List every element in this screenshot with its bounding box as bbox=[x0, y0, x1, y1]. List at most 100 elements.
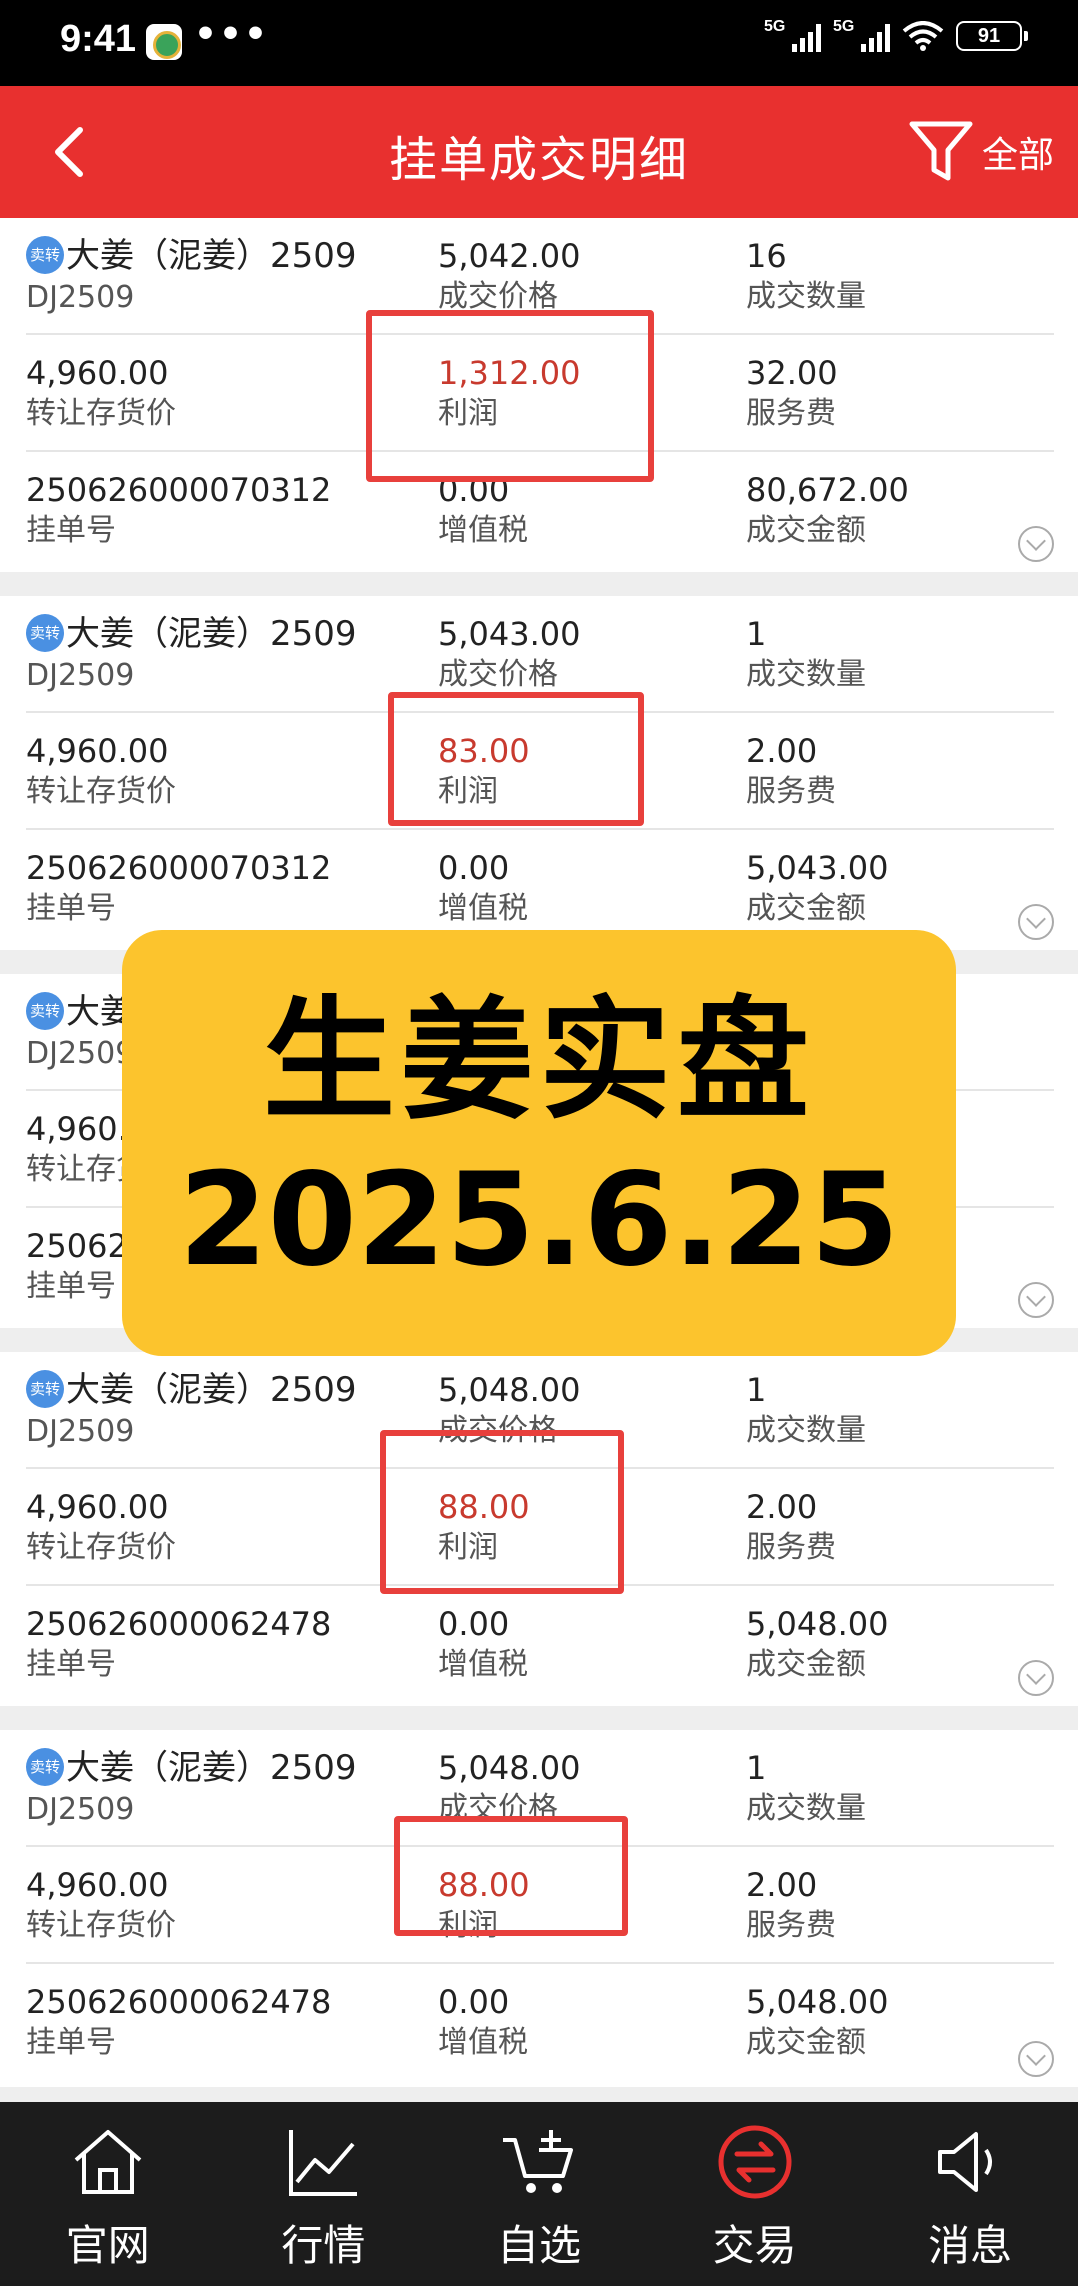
expand-chevron-icon[interactable] bbox=[1018, 1282, 1054, 1318]
contract-name: 大姜（泥姜）2509 bbox=[66, 1370, 357, 1410]
deal-qty-label: 成交数量 bbox=[746, 657, 866, 692]
fee-value: 2.00 bbox=[746, 732, 818, 770]
trade-card[interactable]: 卖转 大姜（泥姜）2509 DJ2509 5,048.00 成交价格 1 成交数量 4,… bbox=[0, 1730, 1078, 2087]
amount-value: 5,048.00 bbox=[746, 1983, 889, 2021]
deal-qty-label: 成交数量 bbox=[746, 1791, 866, 1826]
vat-value: 0.00 bbox=[438, 849, 510, 887]
amount-label: 成交金额 bbox=[746, 1647, 866, 1682]
deal-qty-value: 1 bbox=[746, 1749, 767, 1787]
amount-label: 成交金额 bbox=[746, 2025, 866, 2060]
deal-price-value: 5,048.00 bbox=[438, 1749, 581, 1787]
contract-code: DJ2509 bbox=[26, 1791, 135, 1827]
contract-name: 大姜（泥姜）2509 bbox=[66, 1748, 357, 1788]
battery-icon: 91 bbox=[956, 21, 1028, 51]
nav-item-website[interactable]: 官网 bbox=[0, 2102, 216, 2286]
vat-label: 增值税 bbox=[438, 513, 528, 548]
deal-price-label: 成交价格 bbox=[438, 657, 558, 692]
profit-highlight-box bbox=[380, 1430, 624, 1594]
fee-value: 2.00 bbox=[746, 1488, 818, 1526]
fee-label: 服务费 bbox=[746, 1908, 836, 1943]
trade-card[interactable]: 卖转 大姜（泥姜）2509 DJ2509 5,042.00 成交价格 16 成交数量 4… bbox=[0, 218, 1078, 572]
cost-price-value: 4,960.00 bbox=[26, 1866, 169, 1904]
deal-qty-value: 1 bbox=[746, 1371, 767, 1409]
more-notifications-icon: ••• bbox=[194, 14, 270, 55]
order-no-value: 250626000062478 bbox=[26, 1983, 332, 2021]
order-no-value: 250626000070312 bbox=[26, 849, 332, 887]
signal-icon: 5G bbox=[764, 18, 821, 52]
order-no-label: 挂单号 bbox=[26, 2025, 116, 2060]
filter-button[interactable]: 全部 bbox=[908, 118, 1054, 186]
amount-label: 成交金额 bbox=[746, 513, 866, 548]
fee-label: 服务费 bbox=[746, 774, 836, 809]
order-no-label: 挂单号 bbox=[26, 1647, 116, 1682]
deal-qty-label: 成交数量 bbox=[746, 279, 866, 314]
home-icon bbox=[74, 2130, 142, 2194]
cost-price-label: 转让存货价 bbox=[26, 774, 176, 809]
contract-name: 大姜（泥姜）2509 bbox=[66, 236, 357, 276]
trade-card[interactable]: 卖转 大姜（泥姜）2509 DJ2509 5,048.00 成交价格 1 成交数量 4,… bbox=[0, 1352, 1078, 1706]
status-time: 9:41 bbox=[60, 18, 137, 60]
deal-qty-value: 1 bbox=[746, 615, 767, 653]
deal-price-value: 5,042.00 bbox=[438, 237, 581, 275]
sell-transfer-badge: 卖转 bbox=[26, 613, 64, 652]
fee-value: 32.00 bbox=[746, 354, 838, 392]
cost-price-label: 转让存货价 bbox=[26, 396, 176, 431]
amount-value: 80,672.00 bbox=[746, 471, 909, 509]
banner-title: 生姜实盘 bbox=[263, 984, 815, 1138]
nav-item-watchlist[interactable]: 自选 bbox=[431, 2102, 647, 2286]
sell-transfer-badge: 卖转 bbox=[26, 235, 64, 274]
vat-label: 增值税 bbox=[438, 1647, 528, 1682]
status-indicators: 5G 5G 91 bbox=[764, 18, 1028, 52]
nav-item-messages[interactable]: 消息 bbox=[862, 2102, 1078, 2286]
fee-value: 2.00 bbox=[746, 1866, 818, 1904]
app-notification-icon bbox=[146, 24, 182, 60]
expand-chevron-icon[interactable] bbox=[1018, 526, 1054, 562]
expand-chevron-icon[interactable] bbox=[1018, 1660, 1054, 1696]
amount-label: 成交金额 bbox=[746, 891, 866, 926]
filter-icon bbox=[909, 121, 973, 181]
fee-label: 服务费 bbox=[746, 1530, 836, 1565]
cost-price-label: 转让存货价 bbox=[26, 1908, 176, 1943]
order-no-label: 挂单号 bbox=[26, 891, 116, 926]
status-bar: 9:41 ••• 5G 5G 91 bbox=[0, 0, 1078, 86]
overlay-banner: 生姜实盘 2025.6.25 bbox=[122, 930, 956, 1356]
trade-card[interactable]: 卖转 大姜（泥姜）2509 DJ2509 5,043.00 成交价格 1 成交数量 4,… bbox=[0, 596, 1078, 950]
nav-label: 行情 bbox=[281, 2221, 366, 2270]
nav-label: 官网 bbox=[65, 2221, 150, 2270]
deal-qty-label: 成交数量 bbox=[746, 1413, 866, 1448]
order-no-label: 挂单号 bbox=[26, 513, 116, 548]
vat-value: 0.00 bbox=[438, 1983, 510, 2021]
cost-price-value: 4,960.00 bbox=[26, 354, 169, 392]
signal-icon: 5G bbox=[833, 18, 890, 52]
nav-label: 消息 bbox=[928, 2221, 1013, 2270]
expand-chevron-icon[interactable] bbox=[1018, 2041, 1054, 2077]
deal-price-value: 5,043.00 bbox=[438, 615, 581, 653]
contract-name: 大姜（泥姜）2509 bbox=[66, 614, 357, 654]
profit-highlight-box bbox=[366, 310, 654, 482]
sell-transfer-badge: 卖转 bbox=[26, 1369, 64, 1408]
nav-item-trade[interactable]: 交易 bbox=[647, 2102, 863, 2286]
contract-code: DJ2509 bbox=[26, 657, 135, 693]
cost-price-value: 4,960.00 bbox=[26, 732, 169, 770]
order-no-value: 250626000070312 bbox=[26, 471, 332, 509]
speaker-icon bbox=[938, 2132, 993, 2192]
nav-item-market[interactable]: 行情 bbox=[216, 2102, 432, 2286]
banner-date: 2025.6.25 bbox=[178, 1146, 900, 1295]
deal-qty-value: 16 bbox=[746, 237, 787, 275]
sell-transfer-badge: 卖转 bbox=[26, 1747, 64, 1786]
expand-chevron-icon[interactable] bbox=[1018, 904, 1054, 940]
wifi-icon bbox=[902, 21, 944, 51]
app-header: 挂单成交明细 全部 bbox=[0, 86, 1078, 218]
vat-label: 增值税 bbox=[438, 2025, 528, 2060]
filter-label: 全部 bbox=[981, 135, 1054, 176]
cart-add-icon bbox=[502, 2130, 573, 2193]
cost-price-label: 转让存货价 bbox=[26, 1530, 176, 1565]
vat-label: 增值税 bbox=[438, 891, 528, 926]
exchange-icon bbox=[718, 2125, 792, 2199]
profit-highlight-box bbox=[394, 1816, 628, 1936]
profit-highlight-box bbox=[388, 692, 644, 826]
chart-icon bbox=[289, 2130, 358, 2196]
fee-label: 服务费 bbox=[746, 396, 836, 431]
contract-code: DJ2509 bbox=[26, 1413, 135, 1449]
contract-code: DJ2509 bbox=[26, 279, 135, 315]
